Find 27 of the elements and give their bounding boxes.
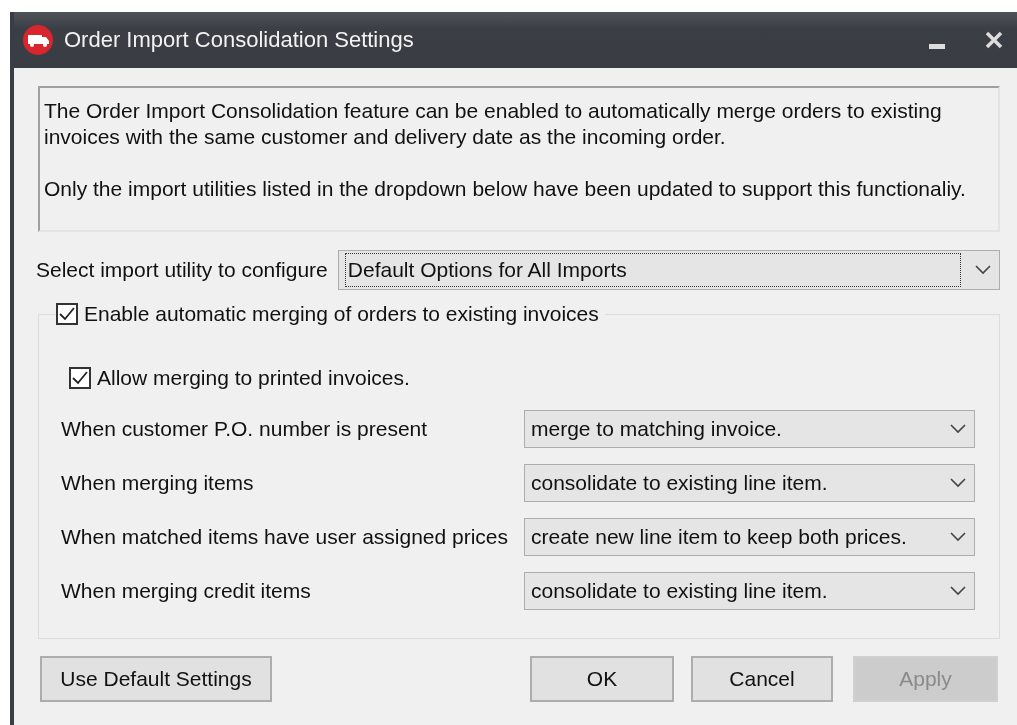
rule-label: When matched items have user assigned prices: [61, 525, 509, 549]
minimize-icon[interactable]: [929, 44, 945, 50]
close-icon[interactable]: [985, 31, 1003, 49]
chevron-down-icon: [950, 532, 966, 542]
utility-dropdown[interactable]: Default Options for All Imports: [337, 250, 1000, 290]
checkbox-label[interactable]: Allow merging to printed invoices.: [97, 366, 410, 390]
dialog-button[interactable]: Cancel: [691, 656, 833, 702]
window-title: Order Import Consolidation Settings: [64, 27, 415, 53]
truck-logo-icon: [22, 24, 54, 56]
rule-label: When merging credit items: [61, 579, 311, 603]
rule-dropdown[interactable]: consolidate to existing line item.: [524, 572, 975, 610]
chevron-down-icon: [950, 478, 966, 488]
chevron-down-icon: [975, 265, 991, 275]
dialog-button[interactable]: OK: [530, 656, 674, 702]
default-settings-button[interactable]: Use Default Settings: [40, 656, 272, 702]
rule-dropdown[interactable]: merge to matching invoice.: [524, 410, 975, 448]
chevron-down-icon: [950, 586, 966, 596]
chevron-down-icon: [950, 424, 966, 434]
utility-label: Select import utility to configure: [36, 258, 328, 282]
rule-dropdown[interactable]: consolidate to existing line item.: [524, 464, 975, 502]
checkbox[interactable]: [56, 303, 78, 325]
description-text: Only the import utilities listed in the dropdown below have been updated to support this functionaliy.: [44, 176, 967, 202]
rule-label: When customer P.O. number is present: [61, 417, 428, 441]
rule-label: When merging items: [61, 471, 254, 495]
rule-dropdown[interactable]: create new line item to keep both prices.: [524, 518, 975, 556]
checkbox[interactable]: [69, 367, 91, 389]
description-text: The Order Import Consolidation feature can be enabled to automatically merge orders to existing invoices with the same customer and delivery date as the incoming order.: [44, 98, 943, 150]
